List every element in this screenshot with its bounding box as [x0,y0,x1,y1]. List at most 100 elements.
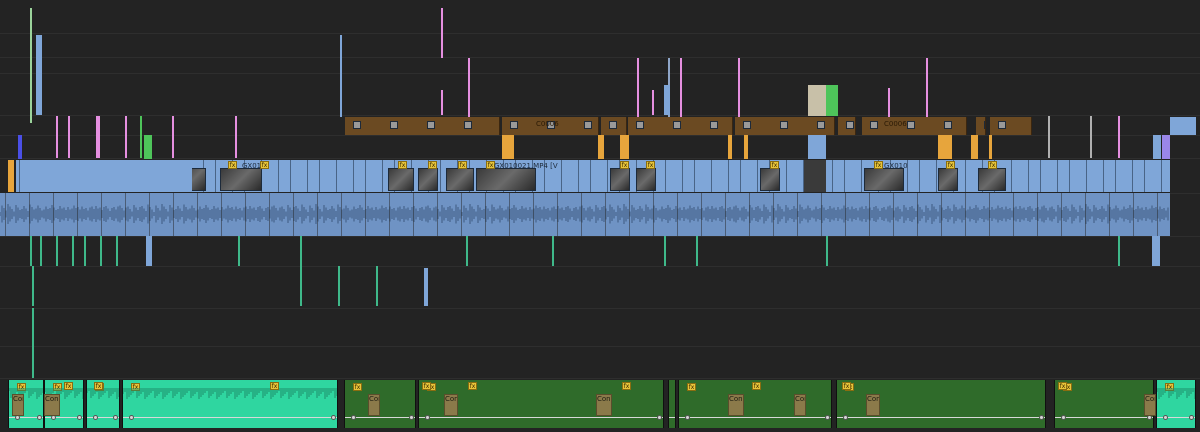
audio-sliver[interactable] [30,236,32,266]
constant-power-transition[interactable]: Const [12,394,24,416]
audio-sliver[interactable] [116,236,118,266]
video-clip-small[interactable] [1153,135,1161,159]
clip-thumbnail [984,121,985,129]
edit-point [1115,160,1116,192]
audio-track-a1-clip[interactable] [0,193,1170,236]
audio-sliver[interactable] [32,308,34,348]
audio-edit-point [941,193,942,236]
keyframe-dot[interactable] [113,415,118,420]
brown-clip[interactable] [628,117,733,135]
constant-power-transition[interactable]: Const [44,394,60,416]
constant-power-transition[interactable]: Const [368,394,380,416]
constant-power-transition[interactable]: Const [794,394,806,416]
keyframe-dot[interactable] [331,415,336,420]
brown-clip[interactable] [735,117,835,135]
audio-sliver[interactable] [300,266,302,306]
audio-track-clip[interactable]: fx [344,380,416,428]
purple-clip[interactable] [1162,135,1170,159]
orange-clip[interactable] [620,135,629,159]
video-clip-small[interactable] [1170,117,1196,135]
brown-clip[interactable] [990,117,1032,135]
orange-clip[interactable] [8,160,14,192]
brown-clip[interactable] [862,117,967,135]
orange-clip[interactable] [938,135,952,159]
brown-clip[interactable] [838,117,856,135]
blue-marker-clip[interactable] [18,135,22,159]
track-separator [0,266,1200,267]
keyframe-dot[interactable] [843,415,848,420]
audio-sliver[interactable] [40,236,42,266]
audio-track-clip[interactable]: fx [122,380,338,428]
audio-sliver[interactable] [56,236,58,266]
audio-sliver[interactable] [300,236,302,266]
audio-sliver[interactable] [72,236,74,266]
audio-sliver[interactable] [424,268,428,306]
constant-power-transition[interactable]: Const [728,394,744,416]
brown-clip[interactable] [345,117,500,135]
audio-track-clip[interactable]: fx [668,380,676,428]
keyframe-dot[interactable] [77,415,82,420]
edit-point [1086,160,1087,192]
keyframe-dot[interactable] [1163,415,1168,420]
audio-sliver[interactable] [466,236,468,266]
audio-sliver[interactable] [1118,236,1120,266]
constant-power-transition[interactable]: Const [866,394,880,416]
green-clip[interactable] [144,135,152,159]
audio-sliver[interactable] [826,236,828,266]
keyframe-dot[interactable] [93,415,98,420]
orange-clip[interactable] [971,135,978,159]
keyframe-dot[interactable] [351,415,356,420]
keyframe-dot[interactable] [1061,415,1066,420]
orange-clip[interactable] [989,135,992,159]
graphic-clip[interactable] [808,85,826,116]
audio-track-clip[interactable]: fx [1054,380,1154,428]
constant-power-transition[interactable]: Const [596,394,612,416]
audio-sliver[interactable] [100,236,102,266]
audio-sliver[interactable] [32,266,34,306]
audio-sliver[interactable] [696,236,698,266]
edit-point [1103,160,1104,192]
audio-sliver[interactable] [238,236,240,266]
graphic-clip[interactable] [826,85,838,116]
audio-sliver[interactable] [376,266,378,306]
audio-waveform [1157,388,1195,399]
keyframe-dot[interactable] [37,415,42,420]
orange-clip[interactable] [598,135,604,159]
keyframe-dot[interactable] [1039,415,1044,420]
keyframe-dot[interactable] [685,415,690,420]
brown-clip[interactable] [601,117,627,135]
audio-sliver[interactable] [84,236,86,266]
constant-power-transition[interactable]: Const [1144,394,1156,416]
audio-sliver[interactable] [32,346,34,378]
orange-clip[interactable] [502,135,514,159]
brown-clip[interactable] [976,117,986,135]
keyframe-dot[interactable] [409,415,414,420]
timeline-marker [680,58,682,118]
audio-sliver[interactable] [552,236,554,266]
video-clip-small[interactable] [664,85,670,115]
keyframe-dot[interactable] [675,415,676,420]
audio-track-clip[interactable]: fx [86,380,120,428]
keyframe-dot[interactable] [825,415,830,420]
audio-track-clip[interactable]: fx [1156,380,1196,428]
audio-sliver[interactable] [1152,236,1160,266]
audio-edit-point [989,193,990,236]
video-thumbnail [636,168,656,191]
audio-edit-point [1157,193,1158,236]
timeline-panel[interactable]: fx fx fx fx fx fx fx fx fx fx fx fx fx fx fx fx fx fx fx fx… [0,0,1200,432]
keyframe-dot[interactable] [129,415,134,420]
video-clip-small[interactable] [36,35,41,115]
constant-power-transition[interactable]: Const [444,394,458,416]
keyframe-dot[interactable] [1189,415,1194,420]
orange-clip[interactable] [728,135,732,159]
keyframe-dot[interactable] [425,415,430,420]
audio-sliver[interactable] [338,266,340,306]
video-clip-gx01[interactable]: GX01 [22,160,192,192]
audio-sliver[interactable] [146,236,152,266]
timeline-marker [1048,116,1050,158]
video-clip-small[interactable] [808,135,826,159]
audio-sliver[interactable] [664,236,666,266]
orange-clip[interactable] [744,135,748,159]
edit-point [290,160,291,192]
keyframe-dot[interactable] [657,415,662,420]
